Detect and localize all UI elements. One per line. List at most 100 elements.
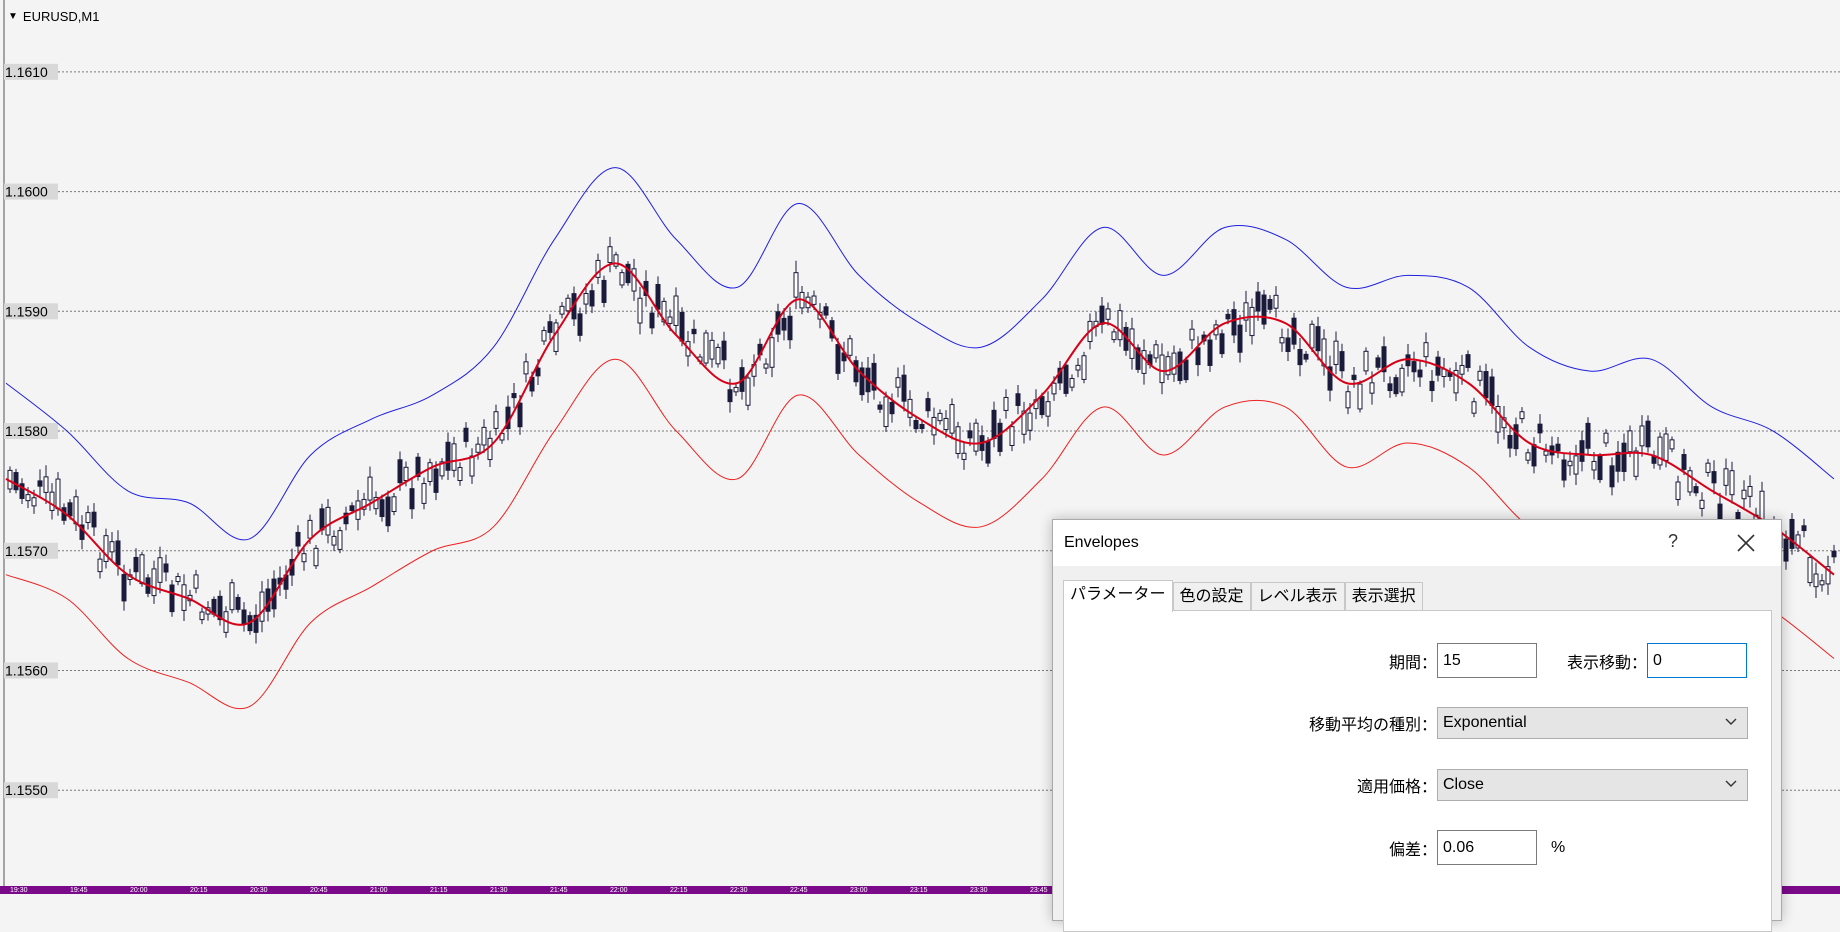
candle-body xyxy=(1621,442,1627,472)
candle-body xyxy=(1063,364,1069,394)
candle-body xyxy=(319,508,325,531)
deviation-input[interactable]: 0.06 xyxy=(1437,830,1537,865)
time-label: 20:45 xyxy=(310,887,328,894)
candle-body xyxy=(763,363,769,369)
time-label: 20:30 xyxy=(250,887,268,894)
candle-body xyxy=(1615,451,1621,472)
tab-parameters[interactable]: パラメーター xyxy=(1063,580,1173,612)
candle-body xyxy=(1393,377,1399,395)
candle-body xyxy=(1171,352,1177,375)
candle-body xyxy=(1627,430,1633,453)
dialog-title: Envelopes xyxy=(1064,534,1139,551)
shift-input[interactable]: 0 xyxy=(1647,643,1747,678)
candle-body xyxy=(109,541,115,553)
time-label: 21:00 xyxy=(370,887,388,894)
candle-body xyxy=(1159,354,1165,384)
candle-body xyxy=(1573,455,1579,475)
candle-body xyxy=(835,344,841,374)
applied-price-select[interactable]: Close xyxy=(1437,769,1748,801)
candle-body xyxy=(943,417,949,431)
candle-body xyxy=(1105,308,1111,320)
candle-body xyxy=(1597,455,1603,481)
candle-body xyxy=(703,332,709,364)
candle-body xyxy=(1669,439,1675,450)
time-label: 23:45 xyxy=(1030,887,1048,894)
time-label: 22:00 xyxy=(610,887,628,894)
candle-body xyxy=(853,360,859,383)
price-label: 1.1580 xyxy=(5,423,48,439)
candle-body xyxy=(619,272,625,286)
shift-label: 表示移動： xyxy=(1566,654,1647,672)
candle-body xyxy=(901,374,907,402)
ma-method-value: Exponential xyxy=(1443,714,1527,731)
candle-body xyxy=(811,295,817,305)
candle-body xyxy=(1405,354,1411,367)
candle-body xyxy=(1579,440,1585,462)
candle-body xyxy=(649,312,655,329)
candle-body xyxy=(1507,434,1513,449)
time-label: 21:30 xyxy=(490,887,508,894)
candle-body xyxy=(259,591,265,622)
candle-body xyxy=(583,293,589,305)
time-label: 22:30 xyxy=(730,887,748,894)
candle-body xyxy=(403,466,409,481)
candle-body xyxy=(1639,425,1645,447)
candle-body xyxy=(1705,462,1711,473)
candle-body xyxy=(157,557,163,583)
candle-body xyxy=(1459,364,1465,375)
candle-body xyxy=(925,398,931,412)
candle-body xyxy=(1699,499,1705,509)
close-button[interactable] xyxy=(1729,528,1763,558)
candle-body xyxy=(97,558,103,573)
period-input[interactable]: 15 xyxy=(1437,643,1537,678)
candle-body xyxy=(1039,396,1045,416)
tab-colors[interactable]: 色の設定 xyxy=(1172,582,1251,611)
candle-body xyxy=(1489,376,1495,406)
candle-body xyxy=(511,393,517,399)
candle-body xyxy=(295,531,301,547)
candle-body xyxy=(1525,452,1531,461)
time-label: 19:45 xyxy=(70,887,88,894)
candle-body xyxy=(1285,337,1291,353)
candle-body xyxy=(121,574,127,602)
candle-body xyxy=(601,279,607,303)
chart-symbol-title: ▼ EURUSD,M1 xyxy=(8,9,99,24)
candle-body xyxy=(475,443,481,453)
tab-levels[interactable]: レベル表示 xyxy=(1250,582,1345,611)
candle-body xyxy=(967,430,973,439)
candle-body xyxy=(973,422,979,452)
candle-body xyxy=(397,459,403,484)
candle-body xyxy=(709,339,715,360)
candle-body xyxy=(1465,354,1471,368)
candle-body xyxy=(445,441,451,471)
parameters-panel: 期間： 15 表示移動： 0 移動平均の種別： Exponential 適用価格… xyxy=(1063,610,1772,932)
candle-body xyxy=(241,609,247,625)
candle-body xyxy=(1663,433,1669,462)
candle-body xyxy=(823,306,829,316)
candle-body xyxy=(1555,443,1561,452)
dropdown-triangle-icon[interactable]: ▼ xyxy=(8,11,18,22)
candle-body xyxy=(1225,313,1231,320)
candle-body xyxy=(577,313,583,336)
candle-body xyxy=(1051,382,1057,395)
dialog-titlebar[interactable]: Envelopes ? xyxy=(1053,520,1781,566)
candle-body xyxy=(307,519,313,539)
candle-body xyxy=(553,322,559,352)
candle-body xyxy=(457,467,463,482)
candle-body xyxy=(1519,411,1525,420)
tab-visualization[interactable]: 表示選択 xyxy=(1344,582,1423,611)
candle-body xyxy=(55,478,61,510)
candle-body xyxy=(985,440,991,464)
deviation-label: 偏差： xyxy=(1388,841,1437,859)
ma-method-select[interactable]: Exponential xyxy=(1437,707,1748,739)
candle-body xyxy=(1303,353,1309,360)
candle-body xyxy=(1309,323,1315,349)
candle-body xyxy=(1339,351,1345,372)
candle-body xyxy=(1027,412,1033,431)
candle-body xyxy=(169,584,175,613)
applied-price-value: Close xyxy=(1443,776,1484,793)
candle-body xyxy=(1357,383,1363,410)
candle-body xyxy=(727,389,733,403)
help-button[interactable]: ? xyxy=(1661,531,1685,552)
candle-body xyxy=(1369,382,1375,394)
